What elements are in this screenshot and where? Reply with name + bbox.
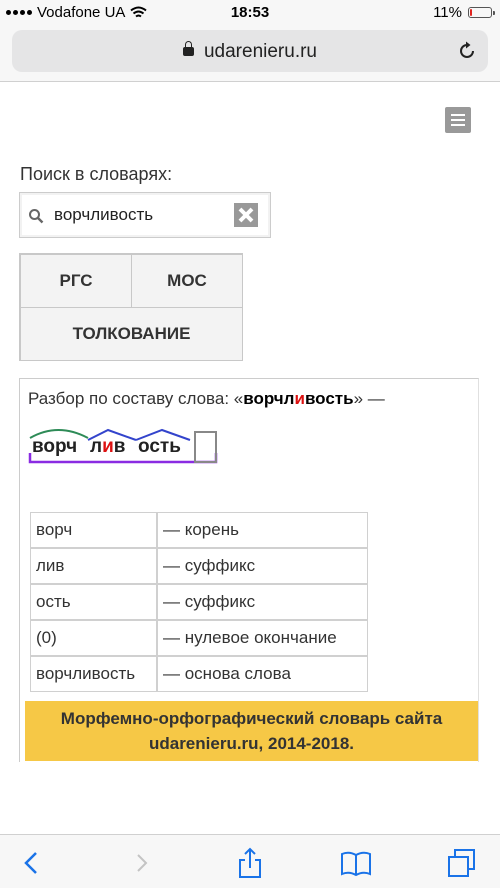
table-row: ворч — корень: [30, 512, 368, 548]
browser-address-area: udarenieru.ru: [0, 26, 500, 82]
morpheme-cell: ворч: [30, 512, 157, 548]
parts-table: ворч — корень лив — суффикс ость — суффи…: [30, 512, 368, 692]
tolkovanie-button[interactable]: ТОЛКОВАНИЕ: [20, 307, 243, 361]
table-row: ость — суффикс: [30, 584, 368, 620]
bookmarks-icon[interactable]: [340, 847, 372, 879]
analysis-heading: Разбор по составу слова: «ворчливость» —: [28, 389, 385, 408]
share-icon[interactable]: [234, 847, 266, 879]
morpheme-diagram: ворч лив ость: [28, 424, 228, 470]
battery-percent: 11%: [433, 4, 462, 21]
morpheme-cell: (0): [30, 620, 157, 656]
battery-level: [470, 9, 472, 16]
description-cell: — нулевое окончание: [157, 620, 368, 656]
table-row: ворчливость — основа слова: [30, 656, 368, 692]
description-cell: — основа слова: [157, 656, 368, 692]
tabs-icon[interactable]: [446, 847, 478, 879]
search-label: Поиск в словарях:: [20, 164, 173, 184]
battery-icon: [468, 7, 495, 18]
morpheme-cell: лив: [30, 548, 157, 584]
back-icon[interactable]: [16, 847, 48, 879]
menu-button[interactable]: [445, 107, 471, 133]
description-cell: — суффикс: [157, 548, 368, 584]
mos-button[interactable]: МОС: [131, 254, 243, 308]
url-text: udarenieru.ru: [203, 41, 318, 62]
morph-suffix-1: лив: [90, 436, 126, 457]
address-bar[interactable]: udarenieru.ru: [12, 30, 488, 72]
morph-suffix-2: ость: [138, 436, 181, 457]
status-bar: Vodafone UA 18:53 11%: [0, 0, 500, 26]
morph-root: ворч: [32, 436, 78, 457]
description-cell: — суффикс: [157, 584, 368, 620]
rgs-button[interactable]: РГС: [20, 254, 132, 308]
close-icon: [238, 207, 254, 223]
reload-icon[interactable]: [456, 40, 478, 62]
lock-icon: [182, 41, 194, 56]
status-time: 18:53: [230, 4, 270, 21]
morpheme-cell: ость: [30, 584, 157, 620]
dictionary-buttons: РГС МОС ТОЛКОВАНИЕ: [19, 253, 243, 361]
browser-toolbar: [0, 834, 500, 888]
search-icon: [29, 209, 44, 224]
hamburger-icon: [451, 114, 465, 116]
search-input[interactable]: [54, 205, 224, 225]
dictionary-credit: Морфемно-орфографический словарь сайта u…: [25, 701, 478, 761]
forward-icon[interactable]: [126, 847, 158, 879]
description-cell: — корень: [157, 512, 368, 548]
clear-search-button[interactable]: [234, 203, 258, 227]
search-box: [19, 192, 271, 238]
morpheme-cell: ворчливость: [30, 656, 157, 692]
table-row: лив — суффикс: [30, 548, 368, 584]
null-ending-box: [194, 431, 217, 463]
table-row: (0) — нулевое окончание: [30, 620, 368, 656]
